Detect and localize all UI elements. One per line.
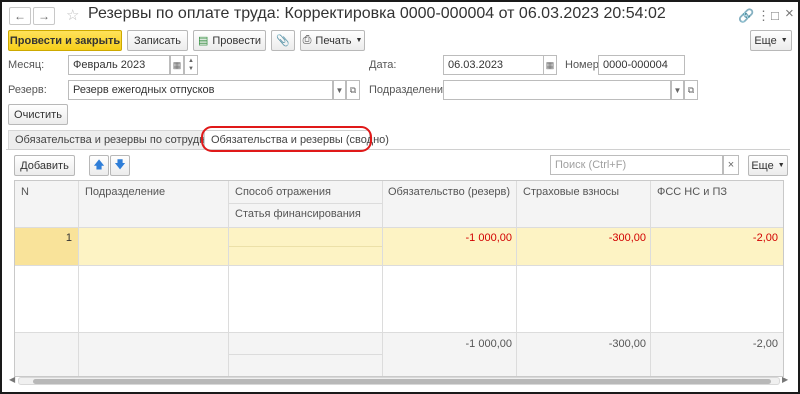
post-doc-icon: ▤ xyxy=(197,35,209,47)
add-button[interactable]: Добавить xyxy=(14,155,75,176)
column-divider xyxy=(382,181,383,376)
favorite-star-icon[interactable]: ☆ xyxy=(66,6,79,24)
month-stepper[interactable]: ▲ ▼ xyxy=(184,55,198,75)
scrollbar-thumb[interactable] xyxy=(33,379,771,384)
date-input[interactable]: 06.03.2023 xyxy=(443,55,544,75)
table-more-button[interactable]: Еще ▼ xyxy=(748,155,788,176)
more-vertical-icon[interactable]: ⋮ xyxy=(757,8,770,24)
row-liability[interactable]: -1 000,00 xyxy=(385,232,512,244)
post-label: Провести xyxy=(212,34,262,47)
header-liability[interactable]: Обязательство (резерв) xyxy=(382,183,517,201)
column-divider xyxy=(516,181,517,376)
move-down-button[interactable]: 🡇 xyxy=(110,155,130,176)
header-article[interactable]: Статья финансирования xyxy=(229,205,382,223)
column-divider xyxy=(650,181,651,376)
save-label: Записать xyxy=(133,34,181,47)
row-n: 1 xyxy=(65,232,72,244)
reserves-table: N Подразделение Способ отражения Статья … xyxy=(14,180,784,377)
reserve-label: Резерв: xyxy=(8,84,47,96)
calendar-icon: ▦ xyxy=(172,59,182,70)
header-insurance[interactable]: Страховые взносы xyxy=(517,183,651,201)
column-divider xyxy=(78,181,79,376)
clear-button[interactable]: Очистить xyxy=(8,104,68,125)
post-button[interactable]: ▤ Провести xyxy=(193,30,266,51)
close-icon: × xyxy=(727,159,735,171)
row-sub-divider xyxy=(229,246,382,247)
arrow-right-icon: → xyxy=(38,9,50,23)
total-fss: -2,00 xyxy=(752,338,778,350)
open-window-icon: ⧉ xyxy=(687,84,695,95)
tab-bar-line xyxy=(6,149,790,150)
arrow-down-icon: 🡇 xyxy=(114,159,126,171)
header-department[interactable]: Подразделение xyxy=(79,183,227,201)
reserve-dropdown-button[interactable]: ▼ xyxy=(333,80,346,100)
department-label: Подразделение: xyxy=(369,84,453,96)
reserve-input[interactable]: Резерв ежегодных отпусков xyxy=(68,80,333,100)
footer-sub-divider xyxy=(229,354,382,355)
post-and-close-label: Провести и закрыть xyxy=(9,34,121,47)
scroll-right-icon[interactable]: ▶ xyxy=(782,375,788,384)
dropdown-arrow-icon: ▼ xyxy=(777,162,785,169)
date-label: Дата: xyxy=(369,59,397,71)
row-insurance[interactable]: -300,00 xyxy=(520,232,646,244)
back-button[interactable]: ← xyxy=(9,7,31,25)
header-fss[interactable]: ФСС НС и ПЗ xyxy=(651,183,783,201)
print-button[interactable]: ⎙ Печать ▼ xyxy=(300,30,365,51)
stepper-down-icon: ▼ xyxy=(188,66,194,72)
page-title: Резервы по оплате труда: Корректировка 0… xyxy=(88,5,666,22)
tab-by-employees-label: Обязательства и резервы по сотрудникам xyxy=(15,134,231,146)
forward-button[interactable]: → xyxy=(33,7,55,25)
attach-button[interactable]: 📎 xyxy=(271,30,295,51)
header-sub-divider xyxy=(229,203,382,204)
search-clear-button[interactable]: × xyxy=(723,155,739,175)
more-label: Еще xyxy=(754,34,777,47)
month-input[interactable]: Февраль 2023 xyxy=(68,55,170,75)
number-label: Номер: xyxy=(565,59,602,71)
dropdown-arrow-icon: ▼ xyxy=(780,37,788,44)
header-method[interactable]: Способ отражения xyxy=(229,183,382,201)
close-icon[interactable]: × xyxy=(785,5,794,22)
calendar-button[interactable]: ▦ xyxy=(170,55,184,75)
date-calendar-button[interactable]: ▦ xyxy=(543,55,557,75)
arrow-up-icon: 🡅 xyxy=(93,159,105,171)
save-button[interactable]: Записать xyxy=(127,30,188,51)
link-icon[interactable]: 🔗 xyxy=(738,8,754,24)
tab-by-employees[interactable]: Обязательства и резервы по сотрудникам xyxy=(8,130,230,149)
total-liability: -1 000,00 xyxy=(465,338,512,350)
number-input[interactable]: 0000-000004 xyxy=(598,55,685,75)
column-divider xyxy=(228,181,229,376)
add-label: Добавить xyxy=(20,159,69,172)
arrow-left-icon: ← xyxy=(14,9,26,23)
dropdown-arrow-icon: ▼ xyxy=(673,85,682,95)
reserve-open-button[interactable]: ⧉ xyxy=(346,80,360,100)
row-fss[interactable]: -2,00 xyxy=(654,232,778,244)
scroll-left-icon[interactable]: ◀ xyxy=(9,375,15,384)
search-input[interactable]: Поиск (Ctrl+F) xyxy=(550,155,723,175)
department-input[interactable] xyxy=(443,80,671,100)
printer-icon: ⎙ xyxy=(302,34,312,46)
footer-divider xyxy=(15,332,783,333)
department-open-button[interactable]: ⧉ xyxy=(684,80,698,100)
more-button[interactable]: Еще ▼ xyxy=(750,30,792,51)
total-insurance: -300,00 xyxy=(608,338,646,350)
month-label: Месяц: xyxy=(8,59,45,71)
open-window-icon: ⧉ xyxy=(349,84,357,95)
horizontal-scrollbar[interactable] xyxy=(18,377,780,385)
paperclip-icon: 📎 xyxy=(276,35,290,47)
post-and-close-button[interactable]: Провести и закрыть xyxy=(8,30,122,51)
department-dropdown-button[interactable]: ▼ xyxy=(671,80,684,100)
calendar-icon: ▦ xyxy=(545,59,555,70)
print-label: Печать xyxy=(315,34,352,47)
clear-label: Очистить xyxy=(14,108,62,121)
maximize-icon[interactable]: □ xyxy=(771,8,779,23)
highlight-annotation xyxy=(201,126,372,152)
table-more-label: Еще xyxy=(751,159,774,172)
stepper-up-icon: ▲ xyxy=(188,58,194,64)
header-n[interactable]: N xyxy=(15,183,77,201)
row-divider xyxy=(15,265,783,266)
move-up-button[interactable]: 🡅 xyxy=(89,155,109,176)
dropdown-arrow-icon: ▼ xyxy=(355,37,363,44)
dropdown-arrow-icon: ▼ xyxy=(335,85,344,95)
